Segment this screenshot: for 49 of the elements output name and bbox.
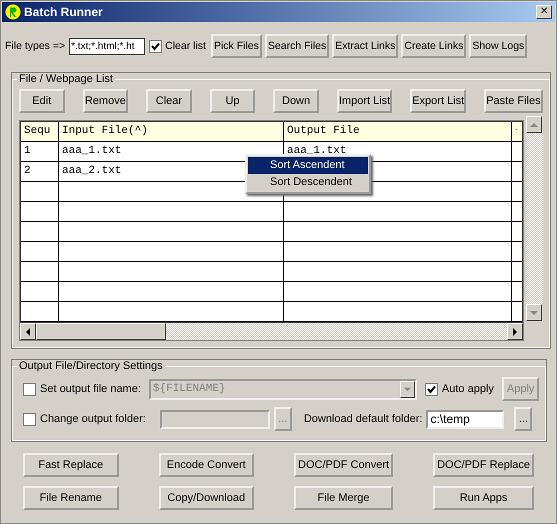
toolbar-button[interactable]: Show Logs: [469, 34, 528, 58]
horizontal-scrollbar[interactable]: [20, 323, 523, 340]
download-folder-field[interactable]: c:\temp: [426, 410, 504, 428]
list-button[interactable]: Import List: [336, 89, 392, 113]
column-header[interactable]: Input File(^): [59, 122, 284, 141]
action-button[interactable]: File Merge: [294, 486, 394, 510]
action-button[interactable]: File Rename: [23, 486, 118, 510]
set-output-name-label: Set output file name:: [40, 383, 141, 395]
menu-item[interactable]: Sort Ascendent: [248, 157, 368, 174]
browse-button[interactable]: ...: [514, 407, 532, 431]
list-button[interactable]: Edit: [19, 89, 65, 113]
group-title: Output File/Directory Settings: [18, 360, 164, 372]
group-title: File / Webpage List: [18, 73, 114, 85]
file-types-field[interactable]: *.txt;*.html;*.ht: [69, 38, 146, 54]
clear-list-label: Clear list: [165, 40, 206, 52]
right-arrow-icon[interactable]: [510, 328, 519, 336]
column-header[interactable]: Output File: [284, 122, 512, 141]
toolbar-button[interactable]: Extract Links: [332, 34, 398, 58]
list-button[interactable]: Clear: [146, 89, 192, 113]
action-button[interactable]: DOC/PDF Replace: [433, 453, 534, 477]
table-cell: 1: [21, 142, 59, 161]
toolbar-button[interactable]: Create Links: [401, 34, 466, 58]
checkbox[interactable]: [424, 382, 438, 396]
change-folder-label: Change output folder:: [40, 413, 146, 425]
list-button[interactable]: Export List: [410, 89, 466, 113]
checkbox[interactable]: [149, 40, 162, 52]
table-cell: 2: [21, 162, 59, 181]
vertical-scrollbar[interactable]: [526, 116, 543, 321]
download-folder-label: Download default folder:: [304, 413, 422, 425]
down-arrow-icon[interactable]: [530, 308, 538, 316]
auto-apply-label: Auto apply: [442, 383, 494, 395]
action-button[interactable]: Fast Replace: [23, 453, 118, 477]
list-button[interactable]: Down: [273, 89, 319, 113]
column-header[interactable]: Sequ: [21, 122, 59, 141]
file-types-label: File types =>: [5, 40, 66, 52]
action-button[interactable]: Run Apps: [433, 486, 534, 510]
toolbar-button[interactable]: Pick Files: [210, 34, 262, 58]
list-button[interactable]: Up: [210, 89, 256, 113]
list-button[interactable]: Paste Files: [484, 89, 543, 113]
up-arrow-icon[interactable]: [530, 120, 538, 128]
left-arrow-icon[interactable]: [24, 328, 32, 336]
action-button[interactable]: DOC/PDF Convert: [294, 453, 394, 477]
app-logo-icon: [5, 4, 21, 20]
action-button[interactable]: Copy/Download: [158, 486, 254, 510]
toolbar-button[interactable]: Search Files: [264, 34, 330, 58]
action-button[interactable]: Encode Convert: [158, 453, 254, 477]
list-button[interactable]: Remove: [82, 89, 128, 113]
close-button[interactable]: ✕: [536, 5, 552, 19]
window-title: Batch Runner: [24, 5, 104, 19]
